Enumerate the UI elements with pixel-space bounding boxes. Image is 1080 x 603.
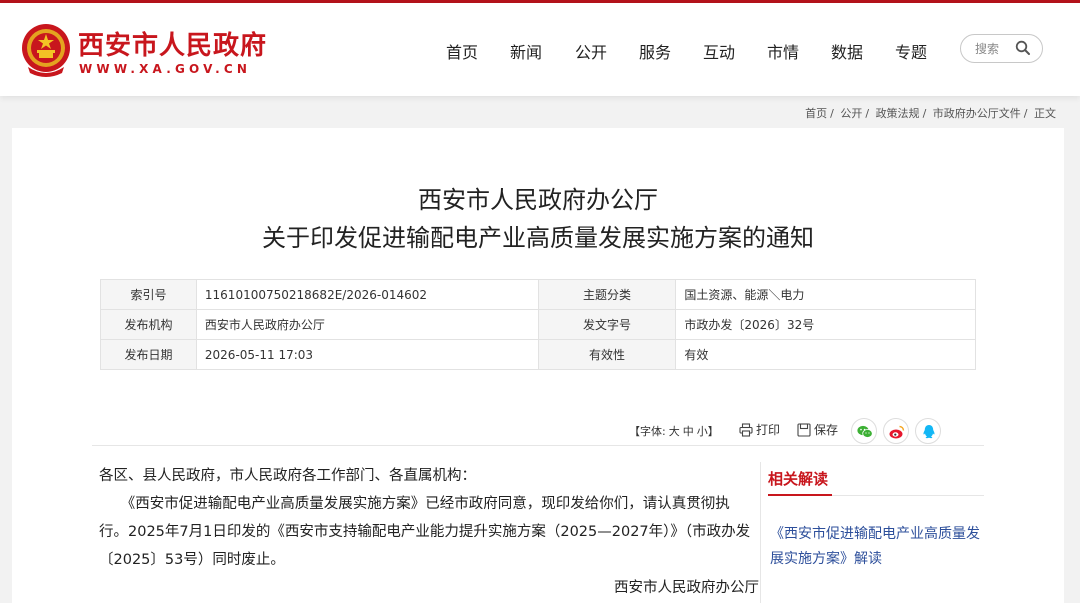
nav-item-news[interactable]: 新闻 [510,39,542,63]
related-title: 相关解读 [768,470,829,488]
article-toolbar: 【字体: 大中小】 打印 保存 [12,418,1064,448]
related-interpretation-link[interactable]: 《西安市促进输配电产业高质量发展实施方案》解读 [770,522,980,572]
share-wechat-button[interactable] [851,418,877,444]
date-value: 2026-05-11 17:03 [195,339,539,370]
related-title-underline [768,494,832,496]
paragraph-line: 行。2025年7月1日印发的《西安市支持输配电产业能力提升实施方案（2025—2… [99,524,751,540]
paragraph-line: 《西安市促进输配电产业高质量发展实施方案》已经市政府同意，现印发给你们，请认真贯… [99,496,730,512]
nav-item-topics[interactable]: 专题 [895,39,927,63]
table-row: 索引号 11610100750218682E/2026-014602 主题分类 … [100,279,976,310]
topic-value: 国土资源、能源＼电力 [675,279,976,310]
search-box [960,34,1043,63]
table-row: 发布机构 西安市人民政府办公厅 发文字号 市政办发〔2026〕32号 [100,309,976,340]
print-button[interactable]: 打印 [739,421,780,438]
font-size-small-button[interactable]: 小 [697,425,708,438]
doc-number-label: 发文字号 [537,309,677,340]
breadcrumb-office-docs[interactable]: 市政府办公厅文件 [933,107,1021,120]
breadcrumb-separator: / [922,107,927,120]
article-title: 关于印发促进输配电产业高质量发展实施方案的通知 [262,224,814,252]
breadcrumb-policy[interactable]: 政策法规 [876,107,920,120]
breadcrumb: 首页 / 公开 / 政策法规 / 市政府办公厅文件 / 正文 [805,105,1056,121]
breadcrumb-current: 正文 [1034,107,1056,120]
toolbar-divider [92,445,984,446]
index-label: 索引号 [100,279,197,310]
save-label: 保存 [814,423,839,437]
share-qq-button[interactable] [915,418,941,444]
font-size-suffix: 】 [707,425,719,438]
paragraph-line: 〔2025〕53号）同时废止。 [99,552,285,568]
breadcrumb-separator: / [1023,107,1028,120]
nav-item-service[interactable]: 服务 [639,39,671,63]
site-header: 西安市人民政府 WWW.XA.GOV.CN 首页 新闻 公开 服务 互动 市情 … [0,3,1080,96]
site-domain: WWW.XA.GOV.CN [79,62,252,76]
nav-item-city-info[interactable]: 市情 [767,39,799,63]
signature: 西安市人民政府办公厅 [614,580,759,596]
nav-item-home[interactable]: 首页 [446,39,478,63]
nav-item-public[interactable]: 公开 [575,39,607,63]
font-size-prefix: 【字体: [629,425,666,438]
publisher-label: 发布机构 [100,309,197,340]
national-emblem-icon[interactable] [20,23,72,77]
nav-item-data[interactable]: 数据 [831,39,863,63]
salutation: 各区、县人民政府，市人民政府各工作部门、各直属机构： [99,468,476,484]
validity-value: 有效 [675,339,976,370]
font-size-control: 【字体: 大中小】 [629,423,719,439]
article-body: 各区、县人民政府，市人民政府各工作部门、各直属机构： 《西安市促进输配电产业高质… [99,462,759,602]
doc-number-value: 市政办发〔2026〕32号 [675,309,976,340]
breadcrumb-public[interactable]: 公开 [840,107,862,120]
breadcrumb-home[interactable]: 首页 [805,107,827,120]
breadcrumb-separator: / [830,107,834,120]
wechat-icon [857,425,873,438]
site-name[interactable]: 西安市人民政府 [78,25,267,62]
weibo-icon [889,425,905,439]
search-icon[interactable] [1015,40,1031,56]
save-button[interactable]: 保存 [797,421,838,438]
share-weibo-button[interactable] [883,418,909,444]
save-icon [797,423,811,437]
index-value: 11610100750218682E/2026-014602 [195,279,539,310]
table-row: 发布日期 2026-05-11 17:03 有效性 有效 [100,339,976,370]
qq-icon [923,425,935,439]
article-card: 西安市人民政府办公厅 关于印发促进输配电产业高质量发展实施方案的通知 索引号 1… [12,128,1064,603]
publisher-value: 西安市人民政府办公厅 [195,309,539,340]
printer-icon [739,423,753,437]
related-title-rule [832,495,984,496]
breadcrumb-separator: / [865,107,870,120]
date-label: 发布日期 [100,339,197,370]
related-divider [760,462,761,603]
font-size-large-button[interactable]: 大 [669,425,680,438]
nav-item-interaction[interactable]: 互动 [703,39,735,63]
topic-label: 主题分类 [537,279,677,310]
article-title-issuer: 西安市人民政府办公厅 [418,186,658,214]
metadata-table: 索引号 11610100750218682E/2026-014602 主题分类 … [100,279,976,370]
font-size-medium-button[interactable]: 中 [683,425,694,438]
print-label: 打印 [756,423,781,437]
validity-label: 有效性 [537,339,677,370]
